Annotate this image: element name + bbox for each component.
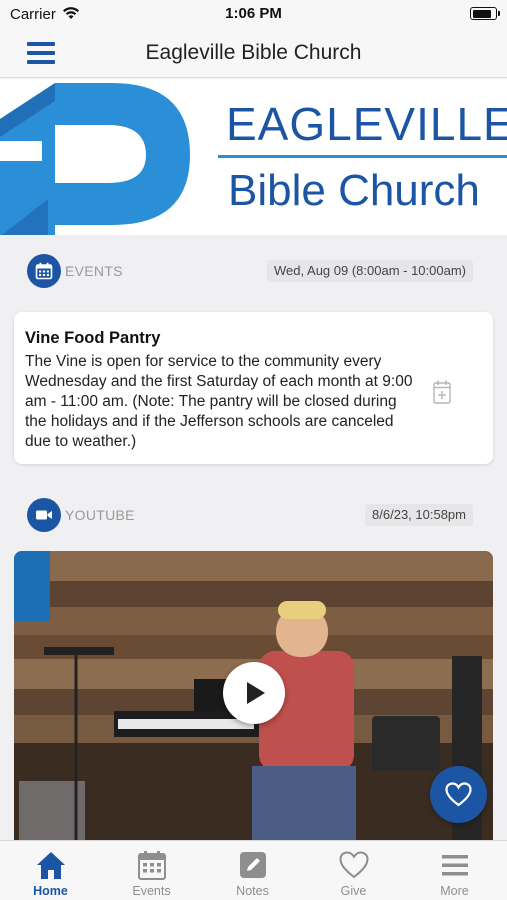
tab-notes-label: Notes bbox=[236, 884, 269, 898]
church-banner: EAGLEVILLE Bible Church bbox=[0, 79, 507, 235]
calendar-icon bbox=[138, 851, 166, 880]
tab-home[interactable]: Home bbox=[0, 841, 101, 900]
church-logo bbox=[0, 83, 190, 235]
tab-events[interactable]: Events bbox=[101, 841, 202, 900]
youtube-category-badge bbox=[27, 498, 61, 532]
tab-notes[interactable]: Notes bbox=[202, 841, 303, 900]
events-category-badge bbox=[27, 254, 61, 288]
status-bar: Carrier 1:06 PM bbox=[0, 0, 507, 28]
tab-more-label: More bbox=[440, 884, 469, 898]
event-card[interactable]: Vine Food Pantry The Vine is open for se… bbox=[14, 312, 493, 464]
banner-title-line1: EAGLEVILLE bbox=[226, 98, 507, 150]
page-title: Eagleville Bible Church bbox=[145, 41, 362, 64]
youtube-category-label: YOUTUBE bbox=[65, 507, 135, 523]
video-date-badge: 8/6/23, 10:58pm bbox=[365, 504, 473, 526]
tab-events-label: Events bbox=[132, 884, 171, 898]
tab-give-label: Give bbox=[340, 884, 367, 898]
home-icon bbox=[37, 852, 65, 879]
nav-bar: Eagleville Bible Church bbox=[0, 28, 507, 78]
tab-bar: Home Events Notes Give More bbox=[0, 840, 507, 900]
battery-icon bbox=[470, 7, 500, 20]
banner-title-line2: Bible Church bbox=[228, 166, 480, 215]
notes-icon bbox=[240, 852, 266, 878]
events-section-header: EVENTS Wed, Aug 09 (8:00am - 10:00am) bbox=[0, 254, 507, 290]
event-title: Vine Food Pantry bbox=[25, 329, 161, 347]
video-card[interactable] bbox=[14, 551, 493, 841]
menu-icon bbox=[442, 855, 468, 876]
tab-more[interactable]: More bbox=[404, 841, 505, 900]
heart-icon bbox=[445, 782, 472, 807]
clock: 1:06 PM bbox=[225, 5, 282, 22]
tab-give[interactable]: Give bbox=[303, 841, 404, 900]
banner-divider bbox=[218, 155, 507, 158]
play-icon bbox=[247, 682, 265, 704]
events-category-label: EVENTS bbox=[65, 263, 123, 279]
event-description: The Vine is open for service to the comm… bbox=[25, 353, 413, 450]
heart-icon bbox=[339, 851, 369, 879]
add-to-calendar-icon[interactable] bbox=[433, 380, 451, 404]
play-button[interactable] bbox=[223, 662, 285, 724]
event-date-badge: Wed, Aug 09 (8:00am - 10:00am) bbox=[267, 260, 473, 282]
calendar-icon bbox=[35, 262, 53, 280]
favorite-button[interactable] bbox=[430, 766, 487, 823]
video-camera-icon bbox=[36, 510, 52, 520]
youtube-section-header: YOUTUBE 8/6/23, 10:58pm bbox=[0, 498, 507, 534]
tab-home-label: Home bbox=[33, 884, 68, 898]
battery-level bbox=[472, 9, 492, 18]
